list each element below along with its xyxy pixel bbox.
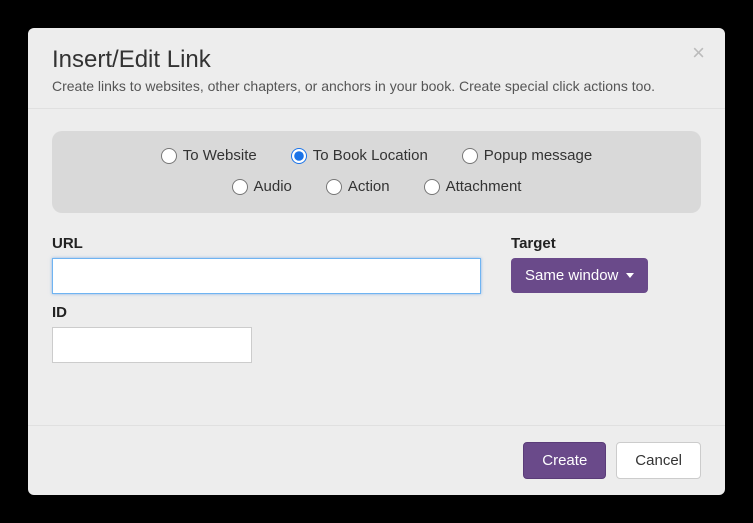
url-label: URL [52,235,481,252]
radio-popup[interactable]: Popup message [462,147,592,164]
radio-audio[interactable]: Audio [232,178,292,195]
target-group: Target Same window [511,235,701,363]
link-type-panel: To Website To Book Location Popup messag… [52,131,701,213]
modal-title: Insert/Edit Link [52,46,701,74]
radio-to-book-location-input[interactable] [291,148,307,164]
url-id-group: URL ID [52,235,481,363]
radio-action-input[interactable] [326,179,342,195]
radio-action[interactable]: Action [326,178,390,195]
id-label: ID [52,304,481,321]
target-dropdown-label: Same window [525,267,618,284]
radio-action-label: Action [348,178,390,195]
radio-attachment[interactable]: Attachment [424,178,522,195]
radio-to-website-input[interactable] [161,148,177,164]
id-block: ID [52,304,481,363]
id-input[interactable] [52,327,252,363]
cancel-button[interactable]: Cancel [616,442,701,479]
url-input[interactable] [52,258,481,294]
radio-audio-label: Audio [254,178,292,195]
radio-to-website-label: To Website [183,147,257,164]
create-button[interactable]: Create [523,442,606,479]
target-label: Target [511,235,701,252]
radio-to-website[interactable]: To Website [161,147,257,164]
insert-link-modal: Insert/Edit Link Create links to website… [28,28,725,495]
modal-body: To Website To Book Location Popup messag… [28,109,725,425]
modal-header: Insert/Edit Link Create links to website… [28,28,725,109]
modal-footer: Create Cancel [28,425,725,495]
radio-to-book-location-label: To Book Location [313,147,428,164]
radio-popup-input[interactable] [462,148,478,164]
modal-subtitle: Create links to websites, other chapters… [52,78,701,94]
chevron-down-icon [626,273,634,278]
radio-to-book-location[interactable]: To Book Location [291,147,428,164]
radio-row-1: To Website To Book Location Popup messag… [70,147,683,164]
radio-attachment-label: Attachment [446,178,522,195]
form-row: URL ID Target Same window [52,235,701,363]
radio-attachment-input[interactable] [424,179,440,195]
radio-row-2: Audio Action Attachment [70,178,683,195]
target-dropdown[interactable]: Same window [511,258,648,293]
radio-popup-label: Popup message [484,147,592,164]
radio-audio-input[interactable] [232,179,248,195]
close-icon[interactable]: × [692,42,705,64]
